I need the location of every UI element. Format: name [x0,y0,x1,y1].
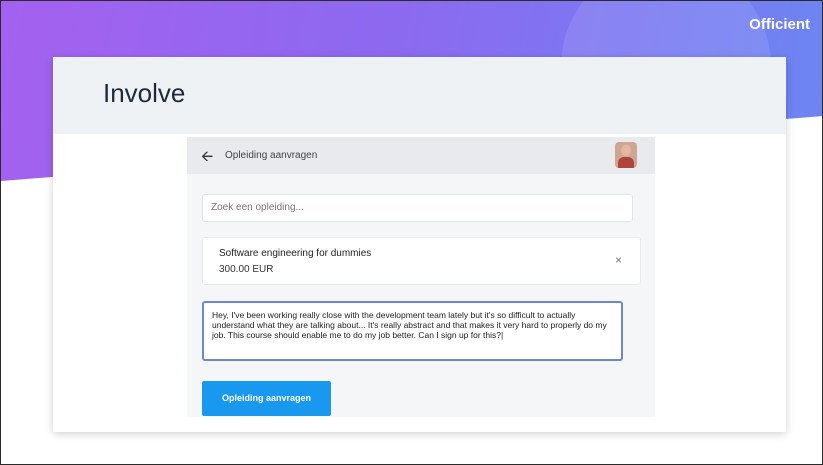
page-title: Involve [103,78,186,108]
motivation-textarea[interactable]: Hey, I've been working really close with… [202,301,623,361]
card-header: Involve [53,57,786,134]
slide-frame: Officient Involve 🡨 Opleiding aanvragen … [0,0,823,465]
search-input[interactable] [202,194,633,222]
slide-card: Involve 🡨 Opleiding aanvragen Software e… [53,57,786,432]
course-name: Software engineering for dummies [219,248,372,259]
avatar-body [618,157,634,168]
brand-logo: Officient [749,16,810,33]
app-topbar: 🡨 Opleiding aanvragen [187,137,655,174]
avatar-head [621,145,631,156]
close-icon[interactable]: × [615,253,622,267]
app-screenshot: 🡨 Opleiding aanvragen Software engineeri… [187,137,655,417]
selected-course-card: Software engineering for dummies 300.00 … [202,237,641,285]
topbar-title: Opleiding aanvragen [225,150,318,161]
submit-request-button[interactable]: Opleiding aanvragen [202,381,331,416]
course-price: 300.00 EUR [219,264,274,275]
arrow-left-icon[interactable]: 🡨 [201,146,213,171]
avatar[interactable] [615,142,637,168]
